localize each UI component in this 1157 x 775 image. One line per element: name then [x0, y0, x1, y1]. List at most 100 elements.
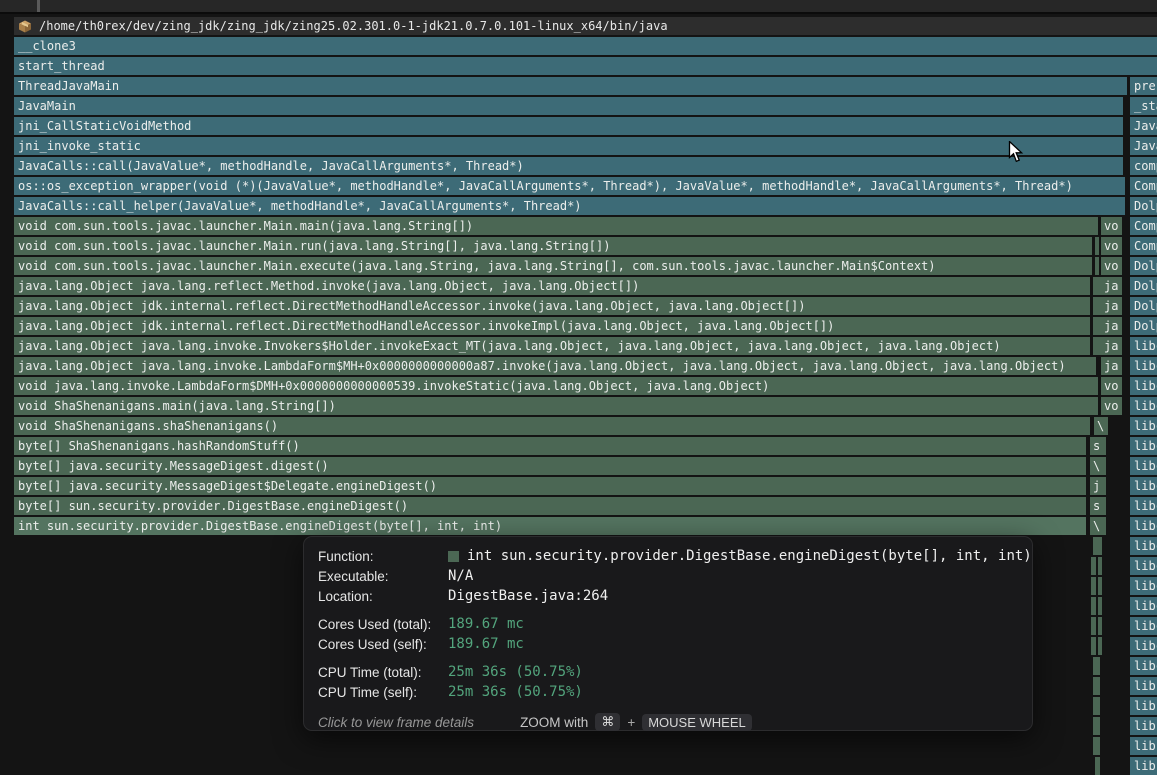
flame-frame-right-column[interactable]: libc [1130, 437, 1157, 455]
flame-frame[interactable]: java.lang.Object java.lang.reflect.Metho… [14, 277, 1090, 295]
flame-frame-right-column[interactable]: libc [1130, 477, 1157, 495]
flame-frame-narrow[interactable]: vo [1101, 377, 1122, 395]
flame-frame-sliver[interactable] [1098, 557, 1102, 575]
flame-frame-narrow[interactable]: ja [1101, 277, 1122, 295]
flame-frame-sliver[interactable] [1098, 577, 1102, 595]
flame-frame[interactable]: __clone3 [14, 37, 1157, 55]
flame-frame-right-column[interactable]: libc [1130, 457, 1157, 475]
flame-frame[interactable]: byte[] ShaShenanigans.hashRandomStuff() [14, 437, 1086, 455]
tooltip-zoom-hint: ZOOM with [520, 715, 588, 730]
flame-frame-root[interactable]: /home/th0rex/dev/zing_jdk/zing_jdk/zing2… [14, 17, 1157, 35]
flame-frame-right-column[interactable]: Comp [1130, 177, 1157, 195]
flame-frame[interactable]: JavaMain [14, 97, 1123, 115]
flame-frame[interactable]: JavaCalls::call_helper(JavaValue*, metho… [14, 197, 1125, 215]
flame-frame[interactable]: void com.sun.tools.javac.launcher.Main.m… [14, 217, 1098, 235]
flame-frame-right-column[interactable]: libc [1130, 597, 1157, 615]
flame-frame-right-column[interactable]: libc [1130, 637, 1157, 655]
flame-frame-right-column[interactable]: Comp [1130, 217, 1157, 235]
flame-frame[interactable]: java.lang.Object jdk.internal.reflect.Di… [14, 297, 1090, 315]
flame-frame[interactable]: byte[] java.security.MessageDigest$Deleg… [14, 477, 1086, 495]
flame-frame-right-column[interactable]: libc [1130, 657, 1157, 675]
flame-frame-sliver[interactable] [1098, 637, 1102, 655]
flame-frame-right-column[interactable]: Java [1130, 137, 1157, 155]
flame-frame-narrow[interactable]: ja [1101, 297, 1122, 315]
flame-frame-right-column[interactable]: Dolp [1130, 297, 1157, 315]
flame-frame[interactable]: ThreadJavaMain [14, 77, 1127, 95]
flame-frame[interactable]: os::os_exception_wrapper(void (*)(JavaVa… [14, 177, 1125, 195]
flame-frame-narrow[interactable]: ja [1101, 357, 1122, 375]
flame-frame-right-column[interactable]: Dolp [1130, 317, 1157, 335]
flame-frame[interactable]: java.lang.Object java.lang.invoke.Invoke… [14, 337, 1090, 355]
flame-frame-narrow[interactable]: ja [1101, 317, 1122, 335]
flame-frame-right-column[interactable]: _sta [1130, 97, 1157, 115]
flame-frame[interactable]: byte[] sun.security.provider.DigestBase.… [14, 497, 1086, 515]
flame-frame[interactable]: void java.lang.invoke.LambdaForm$DMH+0x0… [14, 377, 1098, 395]
flame-frame[interactable]: void com.sun.tools.javac.launcher.Main.e… [14, 257, 1092, 275]
flame-frame[interactable]: jni_invoke_static [14, 137, 1123, 155]
flame-frame-narrow[interactable]: j [1090, 477, 1106, 495]
flame-frame-sliver[interactable] [1095, 237, 1099, 255]
flame-frame[interactable]: JavaCalls::call(JavaValue*, methodHandle… [14, 157, 1123, 175]
flame-frame-narrow[interactable]: ja [1101, 337, 1122, 355]
flame-frame-narrow[interactable]: s [1090, 497, 1106, 515]
flame-frame-right-column[interactable]: Dolp [1130, 277, 1157, 295]
flame-frame-narrow[interactable]: \ [1090, 517, 1106, 535]
flame-frame-right-column[interactable]: Dolp [1130, 197, 1157, 215]
flame-frame-sliver[interactable] [1093, 737, 1100, 755]
flame-frame-narrow[interactable]: vo [1101, 237, 1122, 255]
flame-frame[interactable]: int sun.security.provider.DigestBase.eng… [14, 517, 1086, 535]
flame-frame-sliver[interactable] [1091, 637, 1096, 655]
flame-frame-right-column[interactable]: comp [1130, 157, 1157, 175]
flame-frame-right-column[interactable]: libc [1130, 557, 1157, 575]
flame-frame-narrow[interactable]: \ [1090, 457, 1106, 475]
flame-frame-sliver[interactable] [1093, 657, 1100, 675]
flame-frame-right-column[interactable]: Comp [1130, 237, 1157, 255]
flame-frame-narrow[interactable]: vo [1101, 257, 1122, 275]
flame-frame-right-column[interactable]: Dolp [1130, 257, 1157, 275]
flame-frame-narrow[interactable]: s [1090, 437, 1106, 455]
flame-frame-sliver[interactable] [1093, 697, 1100, 715]
flame-frame-right-column[interactable]: lib [1130, 717, 1157, 735]
flame-frame[interactable]: java.lang.Object java.lang.invoke.Lambda… [14, 357, 1096, 375]
flame-frame-sliver[interactable] [1098, 597, 1102, 615]
flame-frame-right-column[interactable]: lib [1130, 677, 1157, 695]
flame-frame[interactable]: void ShaShenanigans.main(java.lang.Strin… [14, 397, 1098, 415]
flame-frame-sliver[interactable] [1093, 677, 1100, 695]
flame-frame-right-column[interactable]: libc [1130, 537, 1157, 555]
flame-frame[interactable]: byte[] java.security.MessageDigest.diges… [14, 457, 1086, 475]
flame-frame-right-column[interactable]: lib [1130, 757, 1157, 775]
tooltip-function-value: int sun.security.provider.DigestBase.eng… [448, 548, 1032, 564]
flame-frame-narrow[interactable]: vo [1101, 397, 1122, 415]
flame-frame-sliver[interactable] [1093, 537, 1102, 555]
flame-frame-narrow[interactable]: vo [1101, 217, 1122, 235]
flame-frame[interactable]: start_thread [14, 57, 1157, 75]
flame-frame-sliver[interactable] [1091, 617, 1096, 635]
flame-frame[interactable]: jni_CallStaticVoidMethod [14, 117, 1123, 135]
flame-frame[interactable]: java.lang.Object jdk.internal.reflect.Di… [14, 317, 1090, 335]
flame-frame-sliver[interactable] [1093, 717, 1100, 735]
flame-frame-sliver[interactable] [1091, 597, 1096, 615]
flame-frame-right-column[interactable]: libc [1130, 357, 1157, 375]
flame-frame-right-column[interactable]: libc [1130, 417, 1157, 435]
flame-frame-sliver[interactable] [1095, 257, 1099, 275]
flame-frame-right-column[interactable]: libc [1130, 397, 1157, 415]
flame-frame-sliver[interactable] [1091, 557, 1096, 575]
flame-frame[interactable]: void ShaShenanigans.shaShenanigans() [14, 417, 1090, 435]
flame-frame-sliver[interactable] [1091, 577, 1096, 595]
flame-frame-sliver[interactable] [1098, 617, 1102, 635]
flame-frame-right-column[interactable]: libc [1130, 377, 1157, 395]
flame-frame-right-column[interactable]: libc [1130, 617, 1157, 635]
flame-frame-right-column[interactable]: lib [1130, 737, 1157, 755]
flame-frame-right-column[interactable]: libc [1130, 517, 1157, 535]
flame-frame-sliver[interactable] [1095, 757, 1100, 775]
cmd-key-icon: ⌘ [595, 713, 620, 731]
flame-frame-right-column[interactable]: libc [1130, 577, 1157, 595]
flame-frame[interactable]: void com.sun.tools.javac.launcher.Main.r… [14, 237, 1092, 255]
flame-frame-right-column[interactable]: libc [1130, 497, 1157, 515]
flame-frame-right-column[interactable]: preF [1130, 77, 1157, 95]
flame-frame-right-column[interactable]: lib [1130, 697, 1157, 715]
flame-frame-narrow[interactable]: \ [1094, 417, 1108, 435]
tooltip-click-hint: Click to view frame details [318, 715, 474, 730]
flame-frame-right-column[interactable]: Java [1130, 117, 1157, 135]
flame-frame-right-column[interactable]: libc [1130, 337, 1157, 355]
